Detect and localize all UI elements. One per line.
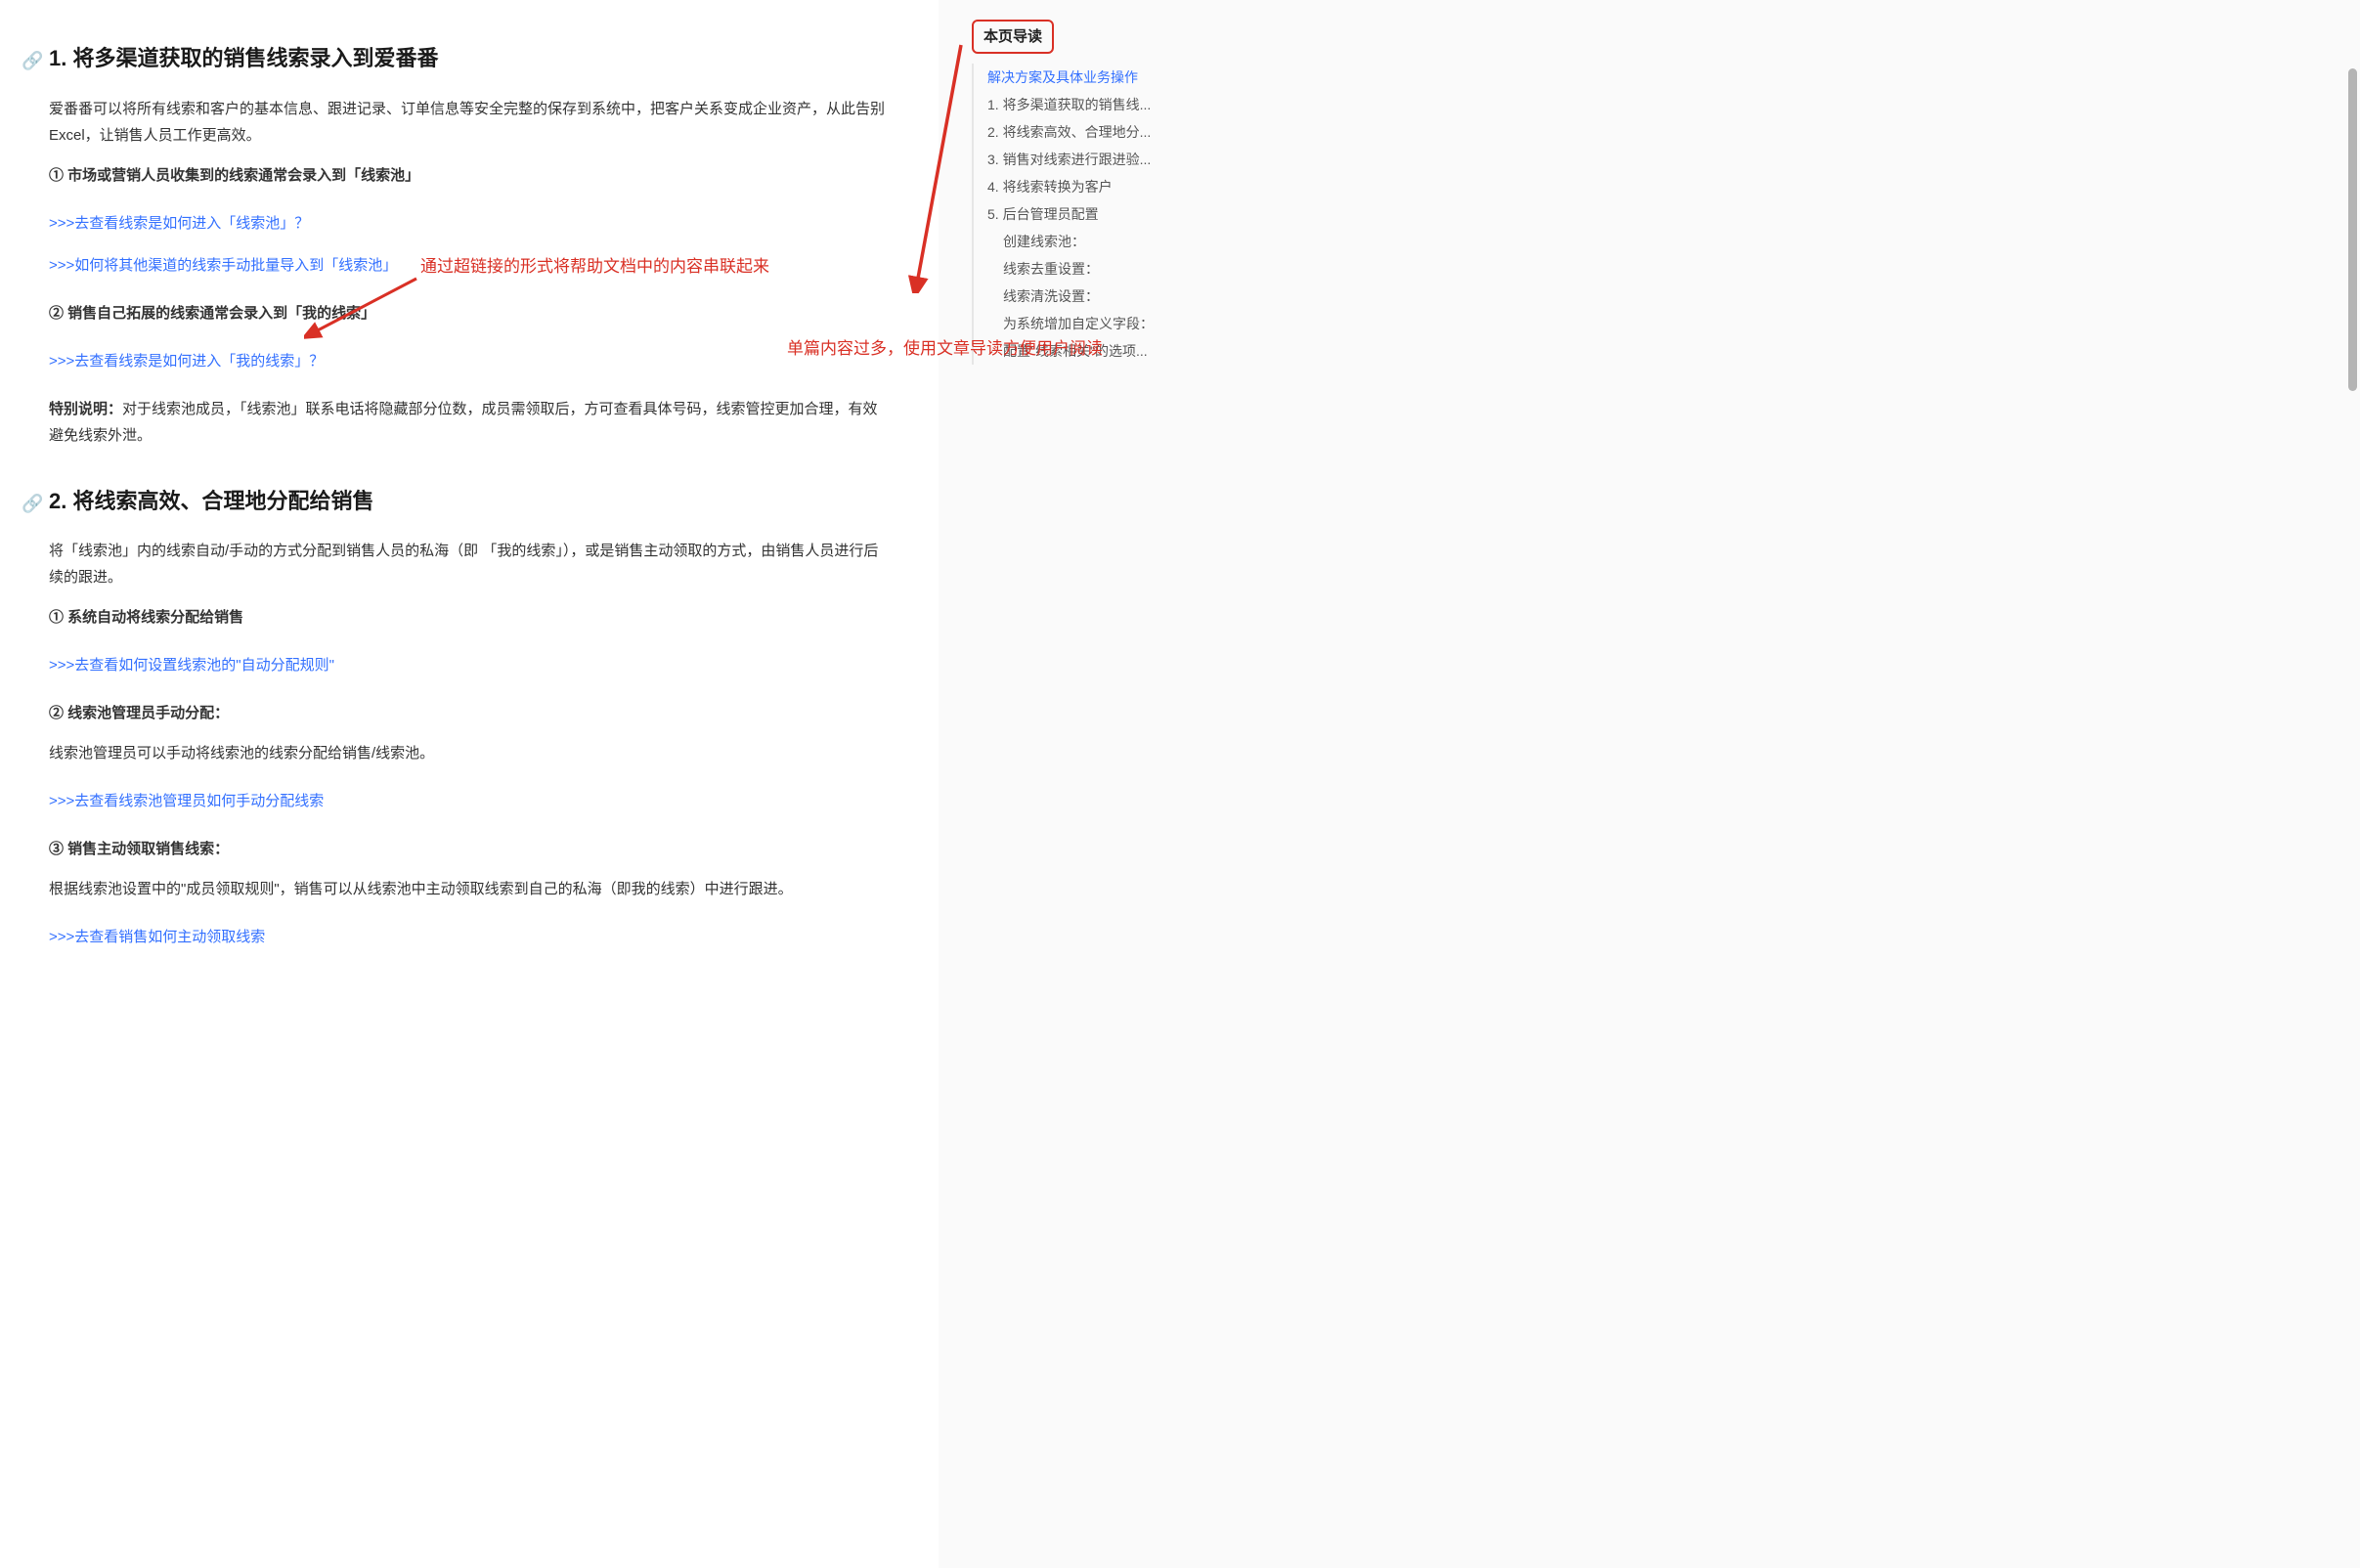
toc-item[interactable]: 线索清洗设置：	[987, 283, 1193, 310]
toc-item[interactable]: 5. 后台管理员配置	[987, 200, 1193, 228]
toc-item[interactable]: 线索去重设置：	[987, 255, 1193, 283]
toc-title: 本页导读	[983, 28, 1042, 45]
link-auto-assign-rule[interactable]: >>>去查看如何设置线索池的"自动分配规则"	[49, 652, 334, 678]
heading-text: 2. 将线索高效、合理地分配给销售	[49, 489, 373, 513]
link-manual-assign[interactable]: >>>去查看线索池管理员如何手动分配线索	[49, 788, 324, 814]
section-2-text3: 根据线索池设置中的"成员领取规则"，销售可以从线索池中主动领取线索到自己的私海（…	[49, 876, 890, 902]
section-2-intro: 将「线索池」内的线索自动/手动的方式分配到销售人员的私海（即 「我的线索」），或…	[49, 538, 890, 590]
anchor-link-icon[interactable]: 🔗	[22, 45, 43, 76]
page-toc-sidebar: 本页导读 解决方案及具体业务操作1. 将多渠道获取的销售线...2. 将线索高效…	[958, 0, 1261, 1568]
toc-item[interactable]: 1. 将多渠道获取的销售线...	[987, 91, 1193, 118]
section-2-sub2: ② 线索池管理员手动分配：	[49, 700, 890, 726]
annotation-hyperlink-note: 通过超链接的形式将帮助文档中的内容串联起来	[420, 252, 769, 283]
scrollbar-track[interactable]	[2347, 0, 2357, 1568]
link-my-leads[interactable]: >>>去查看线索是如何进入「我的线索」？	[49, 348, 324, 374]
section-2-heading: 🔗 2. 将线索高效、合理地分配给销售	[49, 482, 890, 521]
heading-text: 1. 将多渠道获取的销售线索录入到爱番番	[49, 46, 438, 70]
toc-item[interactable]: 3. 销售对线索进行跟进验...	[987, 146, 1193, 173]
toc-item[interactable]: 为系统增加自定义字段：	[987, 310, 1193, 337]
note-text: 对于线索池成员，「线索池」联系电话将隐藏部分位数，成员需领取后，方可查看具体号码…	[49, 401, 878, 444]
section-1-heading: 🔗 1. 将多渠道获取的销售线索录入到爱番番	[49, 39, 890, 78]
link-claim-leads[interactable]: >>>去查看销售如何主动领取线索	[49, 924, 265, 950]
section-1-sub1: ① 市场或营销人员收集到的线索通常会录入到「线索池」	[49, 162, 890, 189]
section-1-note: 特别说明：对于线索池成员，「线索池」联系电话将隐藏部分位数，成员需领取后，方可查…	[49, 396, 890, 449]
link-leads-enter-pool[interactable]: >>>去查看线索是如何进入「线索池」？	[49, 210, 309, 237]
layout-gap	[939, 0, 958, 1568]
toc-list: 解决方案及具体业务操作1. 将多渠道获取的销售线...2. 将线索高效、合理地分…	[972, 64, 1238, 365]
section-2-sub3: ③ 销售主动领取销售线索：	[49, 836, 890, 862]
link-import-to-pool[interactable]: >>>如何将其他渠道的线索手动批量导入到「线索池」	[49, 252, 397, 279]
toc-item[interactable]: 解决方案及具体业务操作	[987, 64, 1193, 91]
toc-item[interactable]: 4. 将线索转换为客户	[987, 173, 1193, 200]
annotation-toc-note: 单篇内容过多，使用文章导读方便用户阅读	[787, 334, 1256, 365]
note-label: 特别说明：	[49, 401, 122, 417]
section-2-sub1: ① 系统自动将线索分配给销售	[49, 604, 890, 631]
toc-title-highlight: 本页导读	[972, 20, 1054, 54]
toc-item[interactable]: 2. 将线索高效、合理地分...	[987, 118, 1193, 146]
anchor-link-icon[interactable]: 🔗	[22, 488, 43, 519]
main-content: 🔗 1. 将多渠道获取的销售线索录入到爱番番 爱番番可以将所有线索和客户的基本信…	[0, 0, 939, 1568]
section-2-text2: 线索池管理员可以手动将线索池的线索分配给销售/线索池。	[49, 740, 890, 766]
scrollbar-thumb[interactable]	[2348, 68, 2357, 391]
section-1-sub2: ② 销售自己拓展的线索通常会录入到「我的线索」	[49, 300, 890, 327]
toc-item[interactable]: 创建线索池：	[987, 228, 1193, 255]
section-1-intro: 爱番番可以将所有线索和客户的基本信息、跟进记录、订单信息等安全完整的保存到系统中…	[49, 96, 890, 149]
